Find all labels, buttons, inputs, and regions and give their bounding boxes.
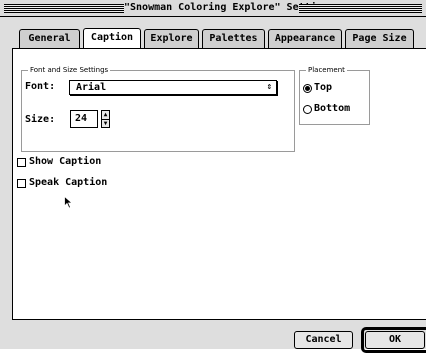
- cancel-button[interactable]: Cancel: [294, 331, 353, 349]
- stepper-up-icon[interactable]: ▲: [102, 111, 109, 119]
- radio-bottom[interactable]: [303, 105, 312, 114]
- settings-window: General Caption Explore Palettes Appeara…: [0, 17, 426, 353]
- title-bar-stripes-right: [299, 4, 422, 13]
- size-field[interactable]: 24: [70, 110, 98, 128]
- tab-palettes[interactable]: Palettes: [202, 29, 265, 48]
- show-caption-label[interactable]: Show Caption: [29, 155, 101, 169]
- font-popup-value: Arial: [76, 82, 107, 93]
- tab-caption[interactable]: Caption: [83, 28, 141, 48]
- font-popup[interactable]: Arial ⇕: [69, 80, 277, 95]
- tab-appearance[interactable]: Appearance: [268, 29, 342, 48]
- font-size-group-title: Font and Size Settings: [28, 65, 111, 75]
- stepper-down-icon[interactable]: ▼: [102, 119, 109, 128]
- speak-caption-label[interactable]: Speak Caption: [29, 176, 107, 190]
- size-stepper[interactable]: ▲ ▼: [101, 110, 110, 128]
- ok-button[interactable]: OK: [365, 331, 425, 349]
- window-title: "Snowman Coloring Explore" Settings: [124, 1, 335, 15]
- tab-page-size[interactable]: Page Size: [345, 29, 414, 48]
- tab-general[interactable]: General: [19, 29, 80, 48]
- popup-arrows-icon: ⇕: [266, 82, 272, 92]
- title-bar-stripes-left: [4, 4, 124, 13]
- radio-top-label[interactable]: Top: [314, 81, 332, 95]
- radio-bottom-label[interactable]: Bottom: [314, 102, 350, 116]
- font-label: Font:: [25, 81, 56, 92]
- caption-panel: Font and Size Settings Font: Arial ⇕ Siz…: [12, 48, 426, 320]
- tab-explore[interactable]: Explore: [144, 29, 199, 48]
- show-caption-checkbox[interactable]: [17, 158, 26, 167]
- placement-group-title: Placement: [306, 65, 347, 75]
- font-size-group: Font and Size Settings Font: Arial ⇕ Siz…: [21, 65, 295, 152]
- speak-caption-checkbox[interactable]: [17, 179, 26, 188]
- size-label: Size:: [25, 114, 56, 125]
- radio-top[interactable]: [303, 84, 312, 93]
- arrow-cursor-icon: [64, 196, 73, 209]
- title-bar[interactable]: "Snowman Coloring Explore" Settings: [0, 0, 426, 17]
- placement-group: Placement Top Bottom: [299, 65, 370, 125]
